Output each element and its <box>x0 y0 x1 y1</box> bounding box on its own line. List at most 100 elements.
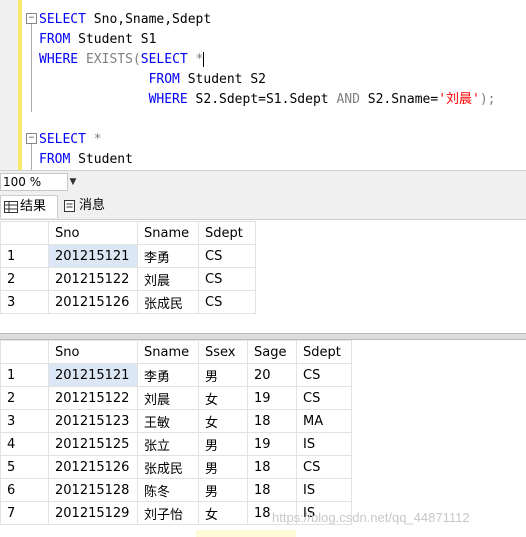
collapse-icon[interactable]: − <box>26 133 37 144</box>
grid-cell[interactable]: IS <box>296 478 352 502</box>
result-grid-2[interactable]: Sno Sname Ssex Sage Sdept 1 201215121 李勇男 20 CS 2 2… <box>0 340 352 525</box>
grid-cell[interactable]: CS <box>296 386 352 410</box>
tab-results-label: 结果 <box>20 199 47 214</box>
grid-cell[interactable]: 男 <box>198 455 248 479</box>
code-token: * <box>85 132 102 147</box>
grid-cell[interactable]: CS <box>198 267 256 291</box>
grid-cell[interactable]: 20 <box>247 363 297 387</box>
grid-cell[interactable]: 201215128 <box>48 478 138 502</box>
grid-cell[interactable]: 刘晨 <box>137 267 199 291</box>
row-number[interactable]: 3 <box>0 290 49 314</box>
grid-cell[interactable]: 18 <box>247 409 297 433</box>
row-number[interactable]: 7 <box>0 501 49 525</box>
result-grid-1[interactable]: Sno Sname Sdept 1 201215121 李勇 CS 2 201215122 刘晨 C… <box>0 221 256 314</box>
tab-results[interactable]: 结果 <box>0 195 58 218</box>
grid-cell[interactable]: 男 <box>198 363 248 387</box>
grid-cell[interactable]: CS <box>296 363 352 387</box>
table-row[interactable]: 3 201215126 张成民 CS <box>0 290 256 314</box>
grid-cell[interactable]: MA <box>296 409 352 433</box>
grid-cell[interactable]: 18 <box>247 478 297 502</box>
column-header[interactable]: Sdept <box>296 340 352 364</box>
row-number[interactable]: 1 <box>0 244 49 268</box>
grid-cell[interactable]: 李勇 <box>137 244 199 268</box>
code-token: ); <box>479 92 496 107</box>
code-line[interactable]: SELECT Sno,Sname,Sdept <box>39 10 211 30</box>
code-line[interactable]: FROM Student <box>39 150 133 170</box>
grid-cell[interactable]: 女 <box>198 501 248 525</box>
column-header[interactable]: Sno <box>48 221 138 245</box>
row-number[interactable]: 4 <box>0 432 49 456</box>
code-line[interactable]: FROM Student S1 <box>39 30 156 50</box>
grid-cell[interactable]: 女 <box>198 409 248 433</box>
row-number[interactable]: 5 <box>0 455 49 479</box>
table-row[interactable]: 2 201215122 刘晨女 19 CS <box>0 386 352 410</box>
code-token: AND <box>336 92 360 107</box>
code-line[interactable]: WHERE EXISTS(SELECT * <box>39 50 205 70</box>
grid-corner-cell[interactable] <box>0 221 49 245</box>
table-row[interactable]: 6 201215128 陈冬男 18 IS <box>0 478 352 502</box>
editor-gutter <box>0 0 18 170</box>
grid-cell[interactable]: CS <box>198 244 256 268</box>
grid-cell[interactable]: 201215126 <box>48 290 138 314</box>
grid-cell[interactable]: 张成民 <box>137 290 199 314</box>
grid-header-row: Sno Sname Sdept <box>0 221 256 245</box>
grid-cell[interactable]: 201215129 <box>48 501 138 525</box>
column-header[interactable]: Sno <box>48 340 138 364</box>
grid-cell[interactable]: 刘晨 <box>137 386 199 410</box>
table-row[interactable]: 2 201215122 刘晨 CS <box>0 267 256 291</box>
row-number[interactable]: 3 <box>0 409 49 433</box>
column-header[interactable]: Sname <box>137 221 199 245</box>
grid-cell[interactable]: 19 <box>247 432 297 456</box>
query-editor[interactable]: − − SELECT Sno,Sname,Sdept FROM Student S… <box>0 0 526 170</box>
grid-cell[interactable]: CS <box>198 290 256 314</box>
grid-cell[interactable]: 201215122 <box>48 267 138 291</box>
table-row[interactable]: 1 201215121 李勇男 20 CS <box>0 363 352 387</box>
row-number[interactable]: 1 <box>0 363 49 387</box>
grid-cell[interactable]: 李勇 <box>137 363 199 387</box>
grid-cell[interactable]: 张立 <box>137 432 199 456</box>
tab-messages[interactable]: 消息 <box>60 195 118 217</box>
code-token: FROM <box>39 152 71 167</box>
grid-cell[interactable]: 刘子怡 <box>137 501 199 525</box>
table-row[interactable]: 3 201215123 王敏女 18 MA <box>0 409 352 433</box>
code-token: SELECT <box>39 12 86 27</box>
column-header[interactable]: Sage <box>247 340 297 364</box>
table-row[interactable]: 4 201215125 张立男 19 IS <box>0 432 352 456</box>
grid-cell[interactable]: 201215125 <box>48 432 138 456</box>
grid-cell[interactable]: 18 <box>247 455 297 479</box>
column-header[interactable]: Sname <box>137 340 199 364</box>
grid-cell[interactable]: CS <box>296 455 352 479</box>
grid-cell[interactable]: 19 <box>247 386 297 410</box>
text-caret <box>203 52 205 67</box>
grid-cell[interactable]: 张成民 <box>137 455 199 479</box>
results-tabbar: 结果 消息 <box>0 193 526 220</box>
code-line[interactable]: SELECT * <box>39 130 102 150</box>
row-number[interactable]: 2 <box>0 386 49 410</box>
code-token: EXISTS( <box>78 52 141 67</box>
table-row[interactable]: 1 201215121 李勇 CS <box>0 244 256 268</box>
table-row[interactable]: 5 201215126 张成民男 18 CS <box>0 455 352 479</box>
grid-cell[interactable]: 201215121 <box>48 244 138 268</box>
grid-cell[interactable]: 男 <box>198 478 248 502</box>
grid-cell[interactable]: IS <box>296 432 352 456</box>
grid-cell[interactable]: 201215126 <box>48 455 138 479</box>
grid-cell[interactable]: 女 <box>198 386 248 410</box>
collapse-icon[interactable]: − <box>26 13 37 24</box>
grid-cell[interactable]: 王敏 <box>137 409 199 433</box>
grid-cell[interactable]: 男 <box>198 432 248 456</box>
grid-cell[interactable]: 201215123 <box>48 409 138 433</box>
grid-cell[interactable]: 201215121 <box>48 363 138 387</box>
grid-corner-cell[interactable] <box>0 340 49 364</box>
column-header[interactable]: Ssex <box>198 340 248 364</box>
code-line[interactable]: FROM Student S2 <box>39 70 266 90</box>
grid-cell[interactable]: 201215122 <box>48 386 138 410</box>
change-indicator-bar <box>18 0 22 170</box>
row-number[interactable]: 2 <box>0 267 49 291</box>
chevron-down-icon[interactable]: ▼ <box>66 173 80 191</box>
grid-cell[interactable]: 陈冬 <box>137 478 199 502</box>
column-header[interactable]: Sdept <box>198 221 256 245</box>
row-number[interactable]: 6 <box>0 478 49 502</box>
code-line[interactable]: WHERE S2.Sdept=S1.Sdept AND S2.Sname='刘晨… <box>39 90 496 110</box>
results-splitter[interactable] <box>0 333 526 340</box>
zoom-select[interactable]: 100 % <box>0 173 68 191</box>
